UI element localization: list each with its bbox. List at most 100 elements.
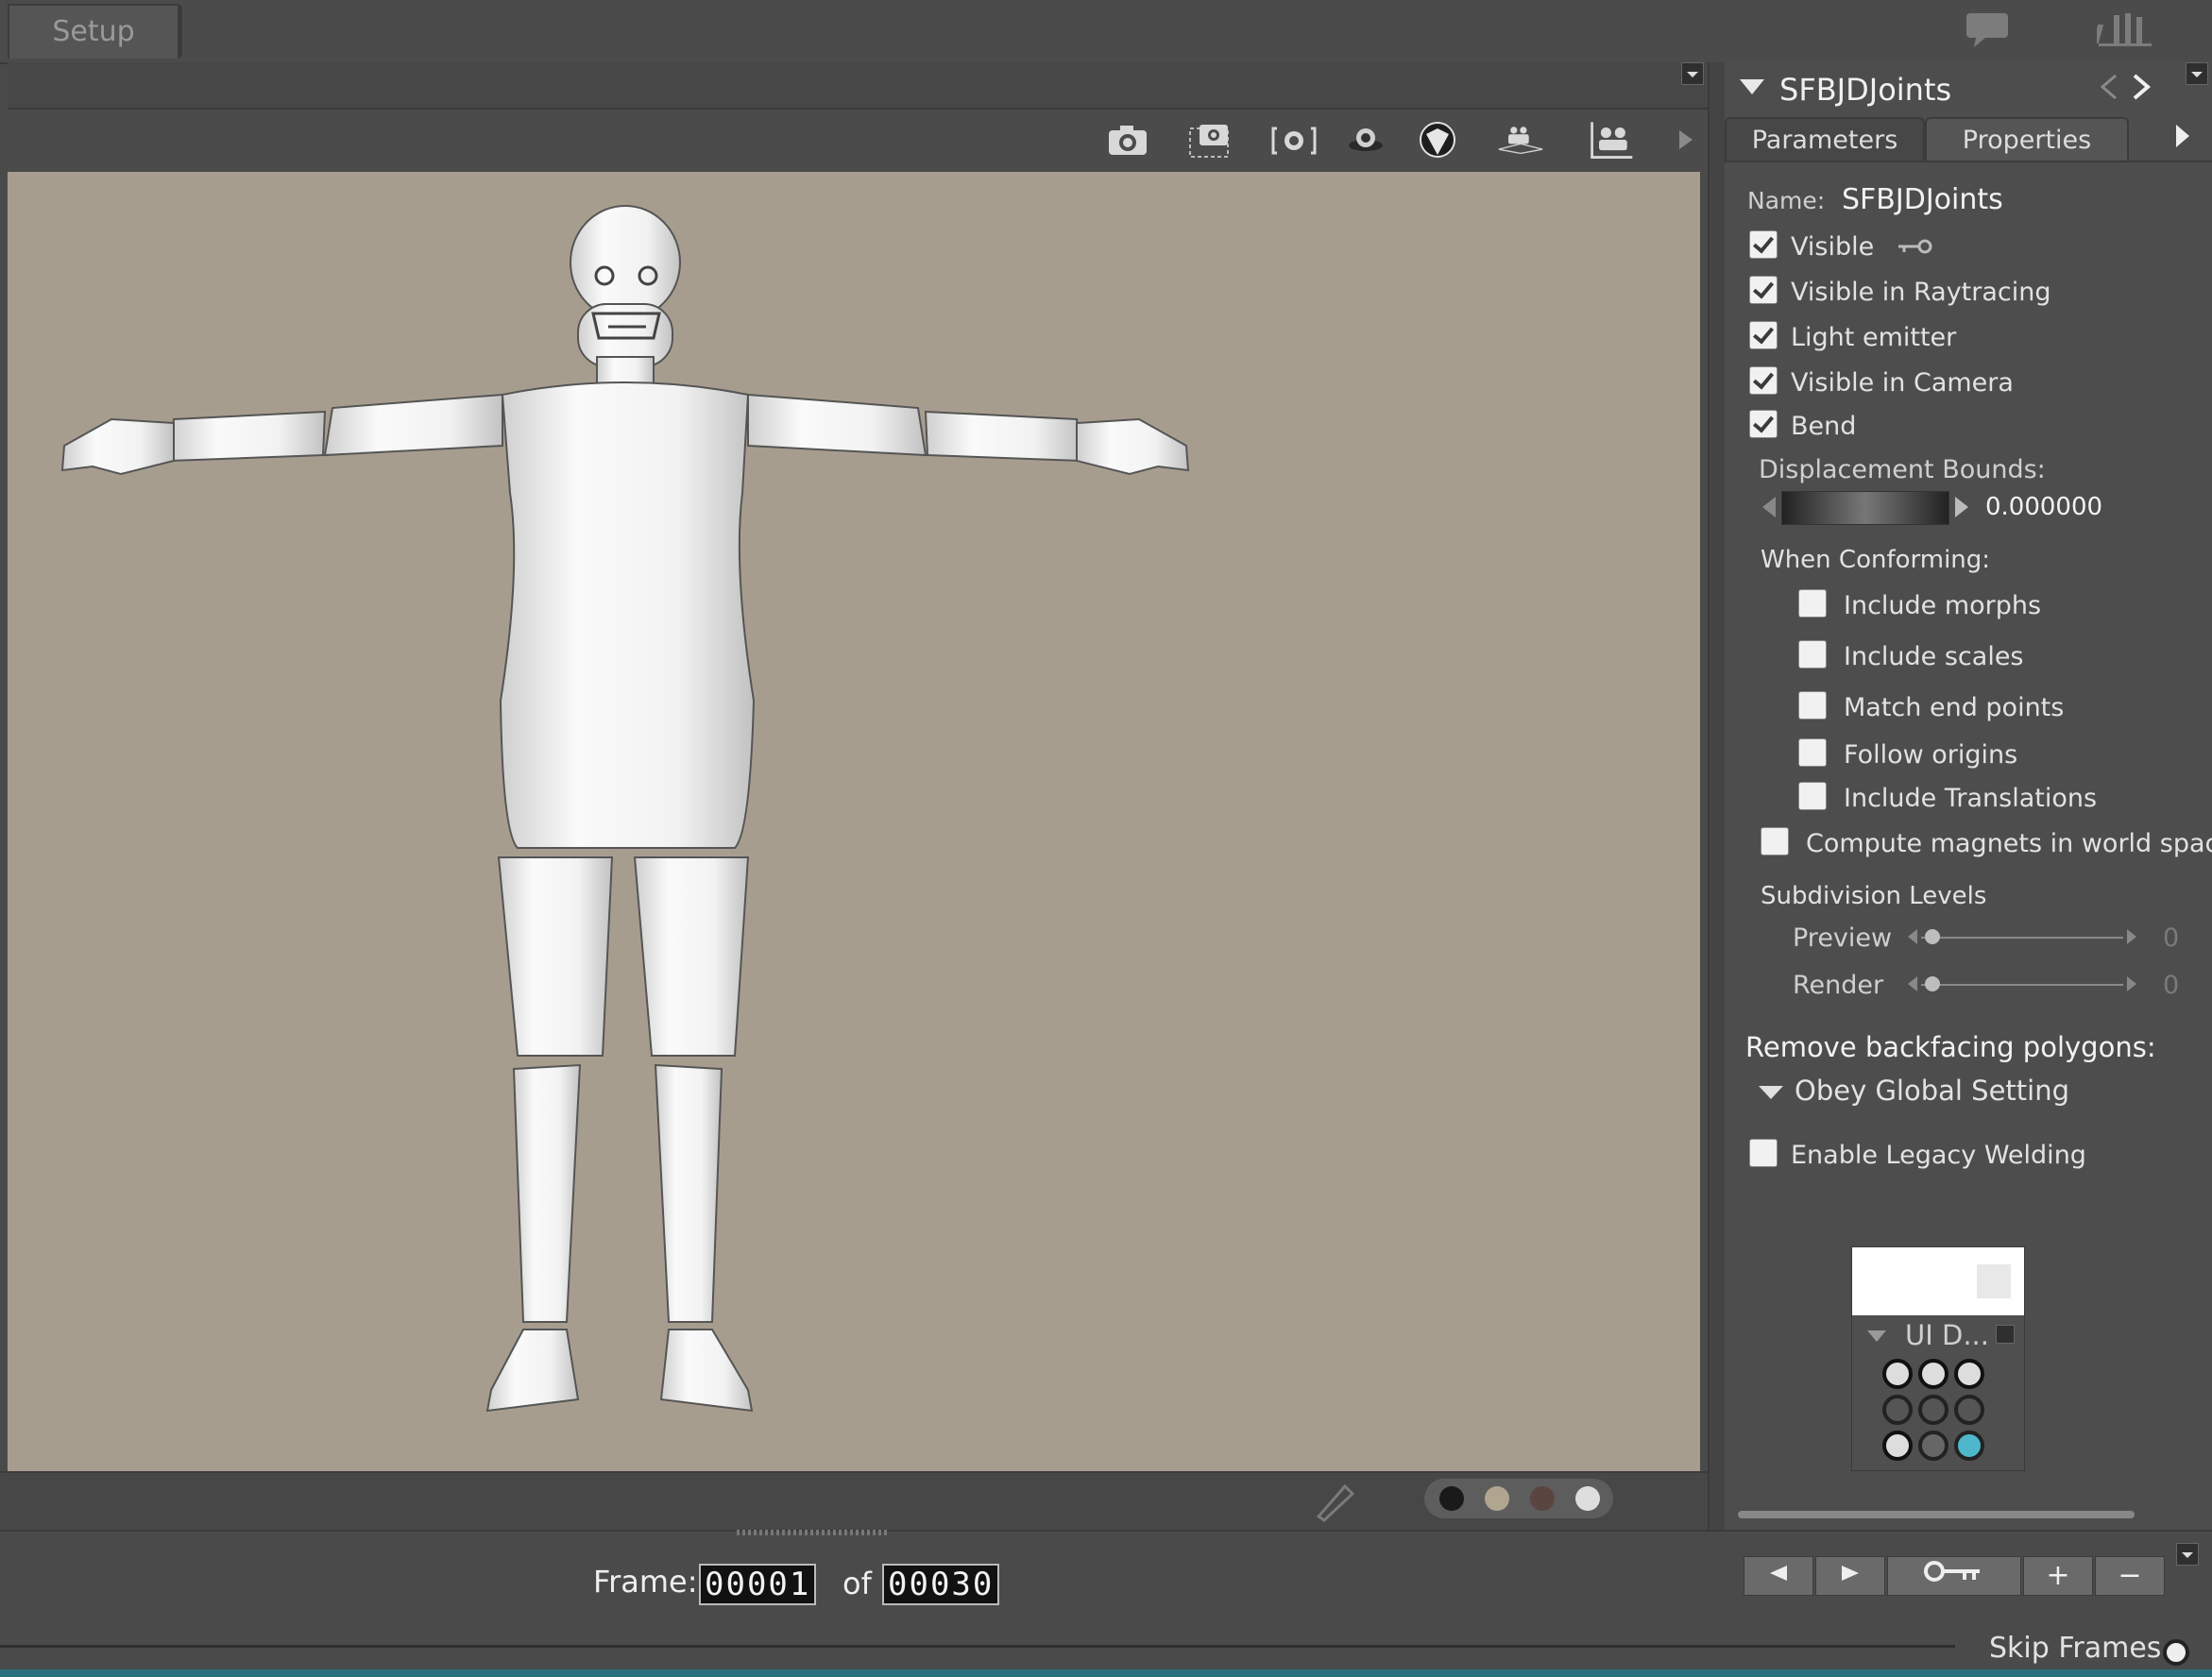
camera-icon[interactable] <box>1103 117 1152 162</box>
displacement-value[interactable]: 0.000000 <box>1985 493 2102 521</box>
play-button[interactable] <box>1815 1556 1885 1596</box>
swatch-black[interactable] <box>1439 1486 1464 1511</box>
camera-select-icon[interactable] <box>1186 117 1235 162</box>
mini-palette: UI D... <box>1851 1246 2025 1471</box>
preview-slider[interactable] <box>1921 937 2123 939</box>
timeline-menu-button[interactable] <box>2176 1543 2199 1566</box>
prev-frame-button[interactable] <box>1744 1556 1813 1596</box>
figure-model[interactable] <box>8 172 1700 1471</box>
preview-value: 0 <box>2163 923 2180 953</box>
name-label: Name: <box>1747 187 1826 214</box>
group-people-icon[interactable] <box>1587 117 1636 162</box>
tab-separator <box>179 6 182 57</box>
include-morphs-label: Include morphs <box>1844 591 2042 620</box>
tabs-divider <box>1725 161 2212 162</box>
match-end-points-label: Match end points <box>1844 693 2065 722</box>
render-slider[interactable] <box>1921 984 2123 986</box>
tabs-scroll-icon[interactable] <box>2169 119 2197 153</box>
name-value[interactable]: SFBJDJoints <box>1842 183 2003 216</box>
compute-magnets-checkbox[interactable] <box>1761 827 1789 855</box>
include-translations-checkbox[interactable] <box>1798 782 1827 810</box>
total-frames-input[interactable]: 00030 <box>882 1564 1000 1605</box>
group-camera-icon[interactable] <box>1496 117 1545 162</box>
legacy-welding-label: Enable Legacy Welding <box>1791 1141 2086 1170</box>
ui-dial-grid[interactable] <box>1879 1357 2001 1463</box>
render-value: 0 <box>2163 971 2180 1000</box>
visible-camera-label: Visible in Camera <box>1791 368 2014 398</box>
backfacing-label: Remove backfacing polygons: <box>1745 1031 2156 1063</box>
chat-icon[interactable] <box>1965 11 2012 49</box>
include-scales-label: Include scales <box>1844 642 2024 671</box>
tab-setup[interactable]: Setup <box>8 4 179 59</box>
properties-panel: SFBJDJoints Parameters Properties Name: … <box>1725 62 2212 1530</box>
swatch-tan[interactable] <box>1485 1486 1509 1511</box>
tab-properties[interactable]: Properties <box>1925 117 2129 162</box>
toolbar-more-icon[interactable] <box>1672 117 1700 162</box>
prev-arrow-icon[interactable] <box>2095 70 2121 104</box>
mini-triangle-icon[interactable] <box>1865 1329 1888 1346</box>
preview-decrement-icon[interactable] <box>1906 925 1919 948</box>
visible-checkbox[interactable] <box>1749 230 1778 259</box>
match-end-points-checkbox[interactable] <box>1798 691 1827 720</box>
visible-raytracing-checkbox[interactable] <box>1749 276 1778 304</box>
decrement-arrow-icon[interactable] <box>1759 493 1779 521</box>
bend-checkbox[interactable] <box>1749 410 1778 438</box>
swatch-brown[interactable] <box>1530 1486 1555 1511</box>
render-slider-knob[interactable] <box>1925 976 1940 991</box>
viewport-toolbar <box>8 110 1708 170</box>
camera-target-icon[interactable] <box>1269 117 1319 162</box>
sphere-light-icon[interactable] <box>1341 117 1390 162</box>
preview-slider-knob[interactable] <box>1925 929 1940 944</box>
tab-parameters[interactable]: Parameters <box>1725 117 1925 162</box>
pencil-icon[interactable] <box>1313 1479 1356 1522</box>
bend-label: Bend <box>1791 412 1857 441</box>
remove-keyframe-button[interactable]: − <box>2095 1556 2165 1596</box>
preview-increment-icon[interactable] <box>2125 925 2138 948</box>
include-translations-label: Include Translations <box>1844 784 2098 813</box>
ball-icon[interactable] <box>1413 117 1462 162</box>
visible-raytracing-label: Visible in Raytracing <box>1791 278 2051 307</box>
displacement-dial[interactable] <box>1781 491 1949 525</box>
mini-close-icon[interactable] <box>1977 1264 2011 1298</box>
viewport-3d[interactable] <box>8 172 1700 1471</box>
keyframe-button[interactable] <box>1887 1556 2021 1596</box>
of-label: of <box>842 1566 872 1601</box>
light-emitter-checkbox[interactable] <box>1749 321 1778 349</box>
visible-label: Visible <box>1791 232 1875 262</box>
panel-menu-button[interactable] <box>2186 62 2208 85</box>
visible-camera-checkbox[interactable] <box>1749 366 1778 395</box>
include-scales-checkbox[interactable] <box>1798 640 1827 669</box>
key-icon <box>1898 239 1932 254</box>
render-increment-icon[interactable] <box>2125 973 2138 995</box>
follow-origins-checkbox[interactable] <box>1798 738 1827 767</box>
key-icon <box>1924 1561 1980 1582</box>
dropdown-triangle-icon[interactable] <box>1757 1082 1785 1103</box>
timeline-track[interactable] <box>0 1645 1955 1648</box>
render-decrement-icon[interactable] <box>1906 973 1919 995</box>
mini-palette-title: UI D... <box>1905 1319 1989 1351</box>
top-tab-bar <box>0 0 2212 64</box>
viewport-menu-button[interactable] <box>1681 62 1704 85</box>
frame-label: Frame: <box>593 1564 698 1600</box>
increment-arrow-icon[interactable] <box>1951 493 1972 521</box>
next-arrow-icon[interactable] <box>2129 70 2155 104</box>
backfacing-dropdown[interactable]: Obey Global Setting <box>1795 1075 2069 1107</box>
collapse-triangle-icon[interactable] <box>1738 76 1766 98</box>
panel-scrollbar[interactable] <box>1738 1511 2135 1518</box>
mini-menu-button[interactable] <box>1996 1325 2015 1344</box>
follow-origins-label: Follow origins <box>1844 740 2018 770</box>
preview-label: Preview <box>1793 923 1893 953</box>
frame-input[interactable]: 00001 <box>699 1564 817 1605</box>
render-label: Render <box>1793 971 1884 1000</box>
panel-splitter[interactable] <box>1708 62 1725 1530</box>
skip-frames-radio[interactable] <box>2163 1639 2189 1666</box>
viewport-header <box>8 62 1708 110</box>
bottom-accent-strip <box>0 1669 2212 1677</box>
swatch-white[interactable] <box>1575 1486 1600 1511</box>
library-icon[interactable] <box>2097 8 2157 49</box>
compute-magnets-label: Compute magnets in world space <box>1806 829 2212 858</box>
legacy-welding-checkbox[interactable] <box>1749 1139 1778 1167</box>
add-keyframe-button[interactable]: + <box>2023 1556 2093 1596</box>
resize-grip[interactable] <box>737 1530 888 1535</box>
include-morphs-checkbox[interactable] <box>1798 589 1827 618</box>
